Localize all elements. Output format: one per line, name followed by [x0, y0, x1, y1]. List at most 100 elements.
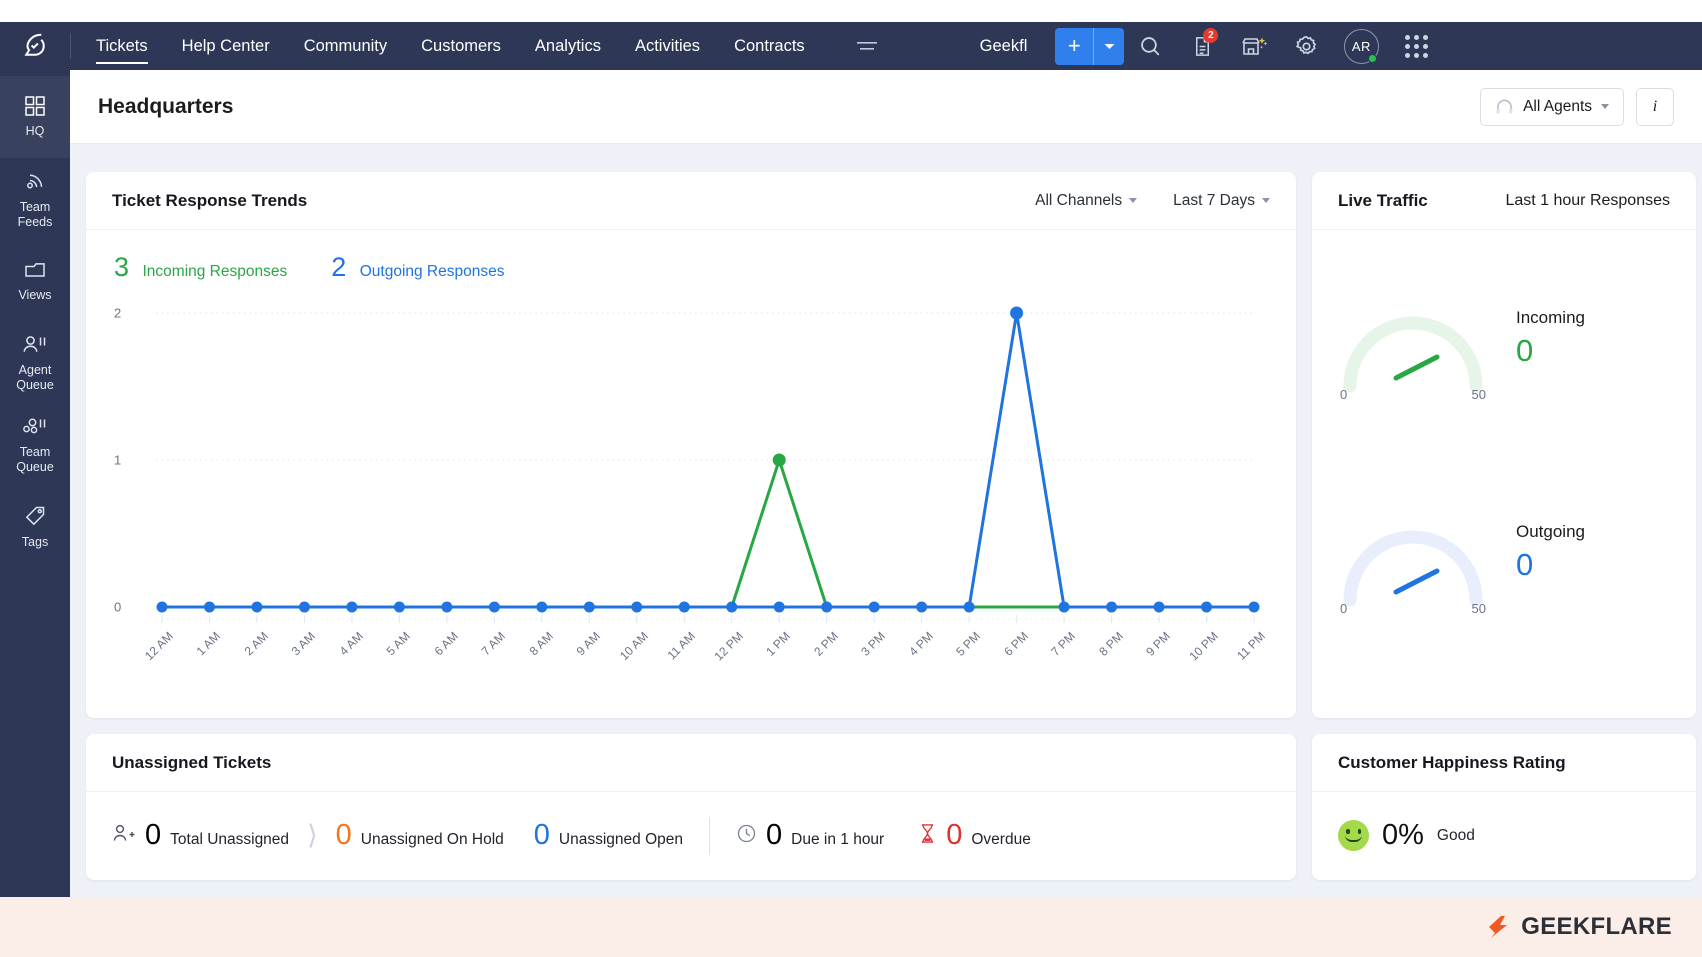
ticket-response-trends-card: Ticket Response Trends All Channels Last… [86, 172, 1296, 718]
chevron-separator-icon: ⟩ [307, 820, 318, 850]
nav-item-community[interactable]: Community [287, 22, 404, 70]
chart-legend: 3 Incoming Responses 2 Outgoing Response… [86, 230, 1296, 283]
unassigned-title: Unassigned Tickets [112, 752, 272, 772]
x-axis-tick: 11 AM [664, 629, 699, 663]
sidebar-label-line1: Team [19, 444, 51, 459]
browser-top-strip [0, 0, 1702, 22]
legend-incoming[interactable]: 3 Incoming Responses [114, 252, 287, 283]
nav-item-contracts[interactable]: Contracts [717, 22, 822, 70]
notes-badge: 2 [1203, 28, 1219, 43]
stat-due-in-1-hour[interactable]: 0 Due in 1 hour [736, 819, 884, 852]
clock-icon [737, 824, 756, 843]
headset-icon [1496, 99, 1513, 114]
chart-svg [156, 306, 1260, 623]
x-axis-tick: 3 PM [858, 629, 889, 659]
footer-brand: GEEKFLARE [1521, 913, 1672, 940]
channel-filter-dropdown[interactable]: All Channels [1035, 192, 1138, 210]
legend-outgoing[interactable]: 2 Outgoing Responses [331, 252, 504, 283]
nav-item-analytics[interactable]: Analytics [518, 22, 618, 70]
apps-button[interactable] [1390, 22, 1442, 70]
nav-label: Community [303, 36, 388, 55]
grid-squares-icon [25, 96, 45, 116]
add-button-caret[interactable] [1094, 28, 1124, 65]
x-axis-tick: 8 AM [526, 629, 556, 659]
nav-item-help-center[interactable]: Help Center [165, 22, 287, 70]
stat-value: 0 [946, 819, 963, 851]
x-axis-tick: 10 AM [616, 629, 651, 663]
x-axis-tick: 12 PM [711, 629, 746, 664]
online-status-dot [1368, 54, 1378, 63]
date-range-dropdown[interactable]: Last 7 Days [1173, 192, 1270, 210]
x-axis-tick: 8 PM [1095, 629, 1126, 659]
line-chart[interactable]: 12 AM 1 AM 2 AM 3 AM 4 AM 5 AM 6 AM 7 AM 8 AM 9 A… [114, 295, 1268, 685]
x-axis-tick: 5 PM [953, 629, 984, 659]
add-button-group[interactable]: + [1055, 27, 1125, 65]
sidebar-label: Team Queue [4, 445, 66, 475]
happiness-header: Customer Happiness Rating [1312, 734, 1696, 792]
page-header: Headquarters All Agents i [70, 70, 1702, 144]
live-traffic-subtitle: Last 1 hour Responses [1505, 191, 1670, 209]
nav-collapse-button[interactable] [842, 39, 892, 53]
trends-card-header: Ticket Response Trends All Channels Last… [86, 172, 1296, 230]
sidebar-item-team-feeds[interactable]: Team Feeds [0, 158, 70, 240]
search-button[interactable] [1124, 22, 1176, 70]
date-range-label: Last 7 Days [1173, 191, 1255, 209]
all-agents-filter[interactable]: All Agents [1480, 87, 1624, 126]
marketplace-button[interactable] [1228, 22, 1280, 70]
top-navigation-bar: Tickets Help Center Community Customers … [0, 22, 1702, 70]
nav-item-tickets[interactable]: Tickets [79, 22, 165, 70]
trends-title: Ticket Response Trends [112, 190, 308, 210]
stat-unassigned-open[interactable]: 0 Unassigned Open [534, 819, 683, 852]
stat-label: Unassigned Open [558, 831, 684, 848]
stat-total-unassigned[interactable]: 0 Total Unassigned [112, 819, 289, 852]
nav-label: Customers [421, 36, 501, 55]
sidebar-item-tags[interactable]: Tags [0, 486, 70, 568]
sidebar-label-line1: Team [19, 199, 51, 214]
vertical-divider [709, 816, 711, 855]
app-logo[interactable] [0, 22, 70, 70]
x-axis-tick: 12 AM [141, 629, 176, 663]
left-sidebar: HQ Team Feeds Views Agent Queue Team Que… [0, 70, 70, 897]
user-avatar-button[interactable]: AR [1332, 22, 1390, 70]
all-agents-label: All Agents [1523, 97, 1592, 115]
y-axis-tick: 2 [114, 305, 122, 321]
x-axis-tick: 2 PM [810, 629, 841, 659]
sidebar-label: Views [18, 288, 52, 302]
incoming-gauge-text: Incoming 0 [1516, 308, 1585, 369]
incoming-gauge-value: 0 [1516, 332, 1534, 368]
y-axis-tick: 0 [114, 599, 122, 615]
x-axis-tick: 6 PM [1000, 629, 1031, 659]
page-header-actions: All Agents i [1480, 87, 1674, 126]
info-button[interactable]: i [1636, 87, 1674, 126]
gauge-max: 50 [1471, 387, 1486, 402]
primary-nav: Tickets Help Center Community Customers … [79, 22, 822, 70]
nav-item-activities[interactable]: Activities [618, 22, 717, 70]
stat-unassigned-on-hold[interactable]: 0 Unassigned On Hold [336, 819, 504, 852]
sidebar-label-line2: Queue [16, 377, 54, 392]
sidebar-item-hq[interactable]: HQ [0, 76, 70, 158]
sidebar-item-views[interactable]: Views [0, 240, 70, 322]
outgoing-gauge-value: 0 [1516, 546, 1534, 582]
app-root: Tickets Help Center Community Customers … [0, 0, 1702, 957]
trends-filters: All Channels Last 7 Days [1035, 192, 1270, 210]
x-axis-tick: 9 AM [573, 629, 604, 659]
sidebar-item-agent-queue[interactable]: Agent Queue [0, 322, 70, 404]
zoho-desk-logo-icon [24, 33, 45, 56]
footer-bar: GEEKFLARE [0, 897, 1702, 957]
x-axis-tick: 3 AM [289, 629, 319, 659]
sidebar-label-line1: Agent [18, 362, 52, 377]
add-button[interactable]: + [1055, 28, 1093, 65]
incoming-gauge-label: Incoming [1516, 307, 1585, 327]
notes-button[interactable]: 2 [1176, 22, 1228, 70]
happiness-label: Good [1436, 826, 1475, 844]
nav-item-customers[interactable]: Customers [404, 22, 518, 70]
nav-label: Contracts [734, 36, 805, 55]
org-name: Geekfl [979, 36, 1028, 55]
stat-overdue[interactable]: 0 Overdue [918, 819, 1031, 852]
sidebar-item-team-queue[interactable]: Team Queue [0, 404, 70, 486]
y-axis-tick: 1 [114, 452, 122, 468]
apps-grid-icon [1404, 34, 1428, 58]
settings-button[interactable] [1280, 22, 1332, 70]
incoming-gauge-scale: 0 50 [1334, 387, 1492, 402]
live-traffic-header: Live Traffic Last 1 hour Responses [1312, 172, 1696, 230]
